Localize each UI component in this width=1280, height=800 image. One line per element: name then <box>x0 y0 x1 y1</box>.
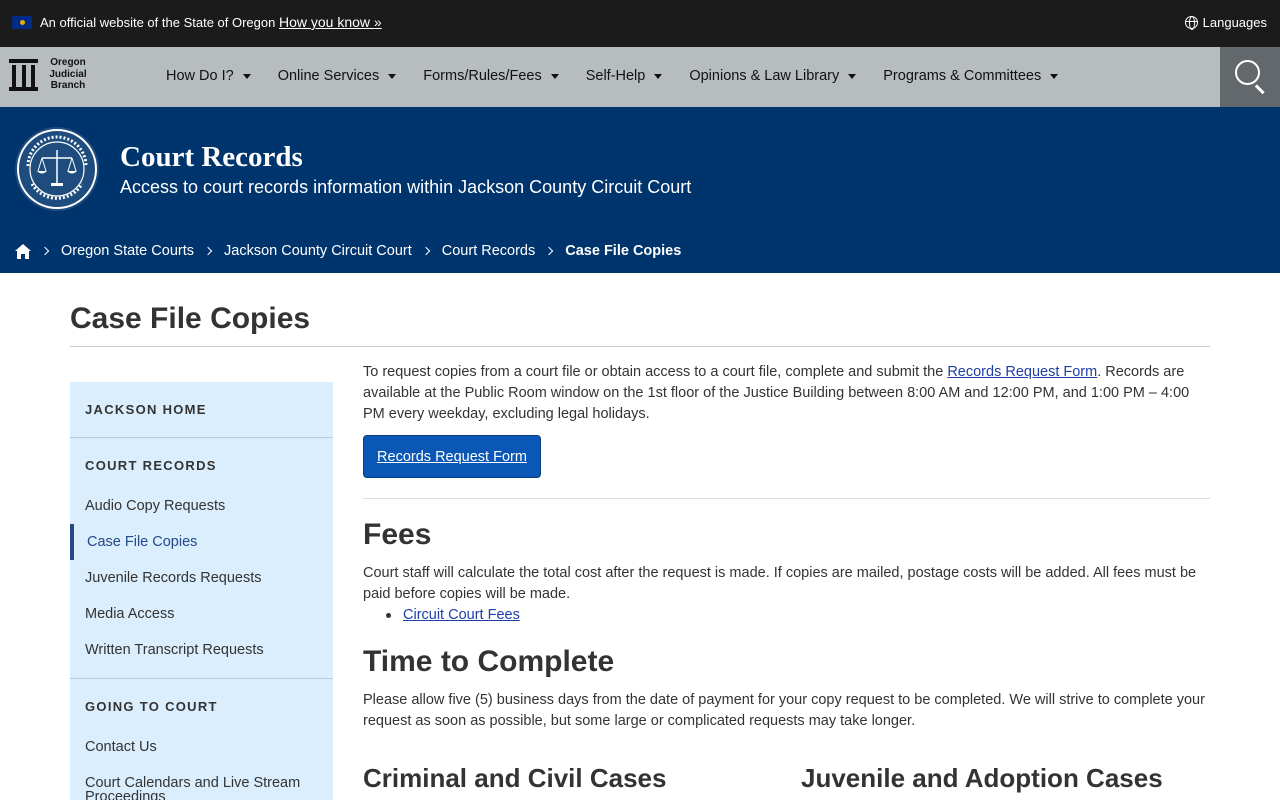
caret-down-icon <box>1050 73 1059 79</box>
ojb-logo[interactable]: Oregon Judicial Branch <box>9 57 90 92</box>
caret-down-icon <box>388 73 397 79</box>
sidebar-active-indicator <box>70 524 74 560</box>
caret-down-icon <box>242 73 251 79</box>
fees-heading: Fees <box>363 518 432 551</box>
time-to-complete-heading: Time to Complete <box>363 645 615 678</box>
caret-down-icon <box>848 73 857 79</box>
nav-self-help[interactable]: Self-Help <box>586 68 663 84</box>
criminal-civil-heading: Criminal and Civil Cases <box>363 763 667 793</box>
sidebar-item-media-access[interactable]: Media Access <box>85 607 325 622</box>
breadcrumb-current: Case File Copies <box>565 243 682 259</box>
search-button[interactable] <box>1220 47 1280 107</box>
oregon-flag-icon <box>12 16 32 29</box>
sidebar-heading-court-records[interactable]: COURT RECORDS <box>85 458 217 473</box>
sidebar-item-court-calendars[interactable]: Court Calendars and Live Stream Proceedi… <box>85 776 325 800</box>
breadcrumb-jackson-county[interactable]: Jackson County Circuit Court <box>224 243 412 259</box>
caret-down-icon <box>550 73 559 79</box>
sidebar-item-juvenile-records-requests[interactable]: Juvenile Records Requests <box>85 571 325 586</box>
search-icon <box>1235 60 1260 85</box>
nav-forms-rules-fees[interactable]: Forms/Rules/Fees <box>423 68 559 84</box>
judicial-seal-icon <box>15 127 99 211</box>
breadcrumb-court-records[interactable]: Court Records <box>442 243 535 259</box>
sidebar-heading-jackson-home[interactable]: JACKSON HOME <box>85 402 207 417</box>
chevron-right-icon <box>545 246 554 256</box>
list-item: Circuit Court Fees <box>386 605 520 626</box>
breadcrumb-oregon-state-courts[interactable]: Oregon State Courts <box>61 243 194 259</box>
chevron-right-icon <box>40 246 50 256</box>
records-request-form-button[interactable]: Records Request Form <box>363 435 541 478</box>
sidebar-item-contact-us[interactable]: Contact Us <box>85 740 325 755</box>
chevron-right-icon <box>203 246 213 256</box>
sidebar: JACKSON HOME COURT RECORDS Audio Copy Re… <box>70 382 333 800</box>
official-banner: An official website of the State of Oreg… <box>0 0 1280 47</box>
logo-text: Oregon Judicial Branch <box>49 57 87 91</box>
official-text: An official website of the State of Oreg… <box>40 15 276 30</box>
caret-down-icon <box>654 73 663 79</box>
sidebar-divider <box>70 678 333 679</box>
home-icon[interactable] <box>15 243 31 259</box>
languages-button[interactable]: Languages <box>1184 15 1267 30</box>
breadcrumb: Oregon State Courts Jackson County Circu… <box>15 243 681 259</box>
intro-paragraph: To request copies from a court file or o… <box>363 364 1190 422</box>
page-title: Case File Copies <box>70 302 311 335</box>
title-divider <box>70 346 1210 347</box>
globe-icon <box>1184 16 1198 30</box>
fees-paragraph: Court staff will calculate the total cos… <box>363 565 1197 602</box>
records-request-form-link[interactable]: Records Request Form <box>947 364 1097 380</box>
nav-programs-committees[interactable]: Programs & Committees <box>883 68 1059 84</box>
sidebar-divider <box>70 437 333 438</box>
section-title: Court Records <box>120 141 303 173</box>
nav-how-do-i[interactable]: How Do I? <box>166 68 251 84</box>
languages-label: Languages <box>1202 15 1267 30</box>
time-to-complete-paragraph: Please allow five (5) business days from… <box>363 692 1205 729</box>
sidebar-heading-going-to-court[interactable]: GOING TO COURT <box>85 699 218 714</box>
main-navigation: Oregon Judicial Branch How Do I? Online … <box>0 47 1280 107</box>
sidebar-item-audio-copy-requests[interactable]: Audio Copy Requests <box>85 499 325 514</box>
content-divider <box>363 498 1210 499</box>
juvenile-adoption-heading: Juvenile and Adoption Cases <box>801 763 1163 793</box>
chevron-right-icon <box>421 246 431 256</box>
section-subtitle: Access to court records information with… <box>120 177 692 197</box>
page-header: Court Records Access to court records in… <box>0 107 1280 273</box>
how-you-know-link[interactable]: How you know » <box>279 14 382 30</box>
sidebar-item-case-file-copies[interactable]: Case File Copies <box>87 535 327 550</box>
nav-opinions-law-library[interactable]: Opinions & Law Library <box>689 68 857 84</box>
circuit-court-fees-link[interactable]: Circuit Court Fees <box>403 605 520 626</box>
nav-menu: How Do I? Online Services Forms/Rules/Fe… <box>166 68 1085 84</box>
courthouse-pillar-icon <box>9 57 38 92</box>
nav-online-services[interactable]: Online Services <box>278 68 397 84</box>
sidebar-item-written-transcript-requests[interactable]: Written Transcript Requests <box>85 643 325 658</box>
